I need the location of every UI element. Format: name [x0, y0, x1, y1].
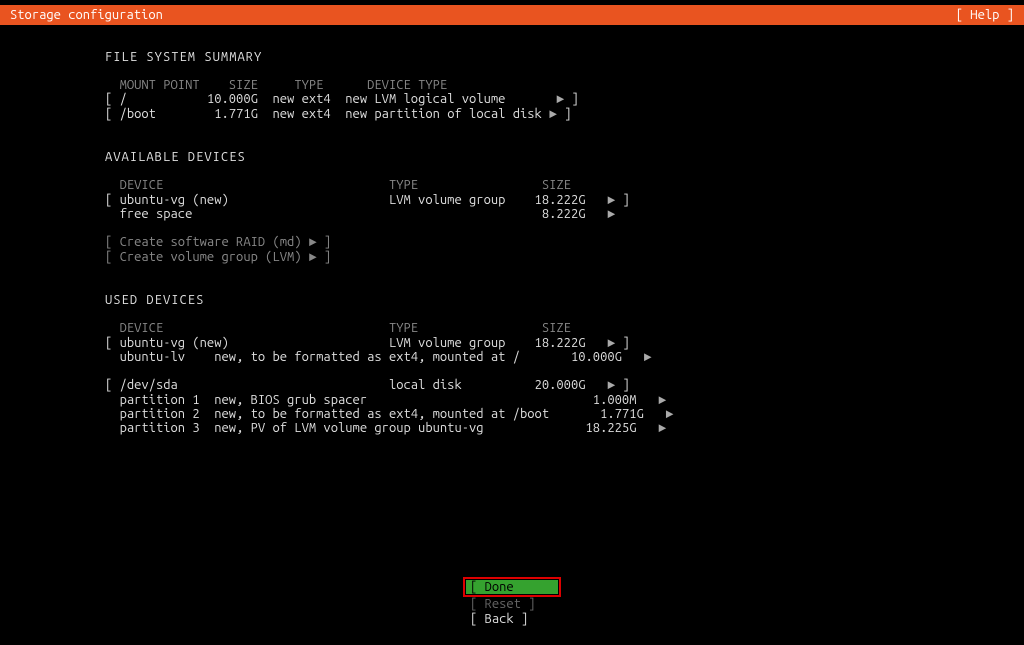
chevron-right-icon[interactable]: ►: [607, 378, 615, 392]
used-child-name[interactable]: partition 3: [120, 421, 200, 435]
chevron-right-icon[interactable]: ►: [607, 336, 615, 350]
title-bar: Storage configuration [ Help ]: [0, 5, 1024, 25]
used-group-device[interactable]: /dev/sda: [120, 378, 178, 392]
used-group-type: local disk: [389, 378, 462, 392]
fs-row-mount[interactable]: /: [120, 92, 127, 106]
fs-row-type: new ext4: [272, 107, 330, 121]
used-child-name[interactable]: partition 2: [120, 407, 200, 421]
fs-row-size: 1.771G: [214, 107, 258, 121]
used-heading: USED DEVICES: [105, 293, 204, 307]
avail-type: LVM volume group: [389, 193, 505, 207]
used-child-name[interactable]: ubuntu-lv: [120, 350, 186, 364]
fs-summary-heading: FILE SYSTEM SUMMARY: [105, 50, 262, 64]
col-device: DEVICE: [120, 321, 164, 335]
help-button[interactable]: [ Help ]: [956, 8, 1014, 22]
col-type: TYPE: [389, 178, 418, 192]
fs-row-mount[interactable]: /boot: [120, 107, 156, 121]
used-child-desc: new, to be formatted as ext4, mounted at…: [214, 350, 520, 364]
footer-actions: [ Done [ Reset ] [ Back ]: [0, 577, 1024, 626]
avail-size: 8.222G: [542, 207, 586, 221]
create-raid-action[interactable]: Create software RAID (md) ►: [120, 235, 317, 249]
avail-size: 18.222G: [535, 193, 586, 207]
used-group-type: LVM volume group: [389, 336, 505, 350]
used-child-desc: new, BIOS grub spacer: [214, 393, 367, 407]
chevron-right-icon[interactable]: ►: [644, 350, 652, 364]
back-button[interactable]: [ Back ]: [466, 612, 558, 626]
col-size: SIZE: [542, 178, 571, 192]
chevron-right-icon[interactable]: ►: [666, 407, 674, 421]
chevron-right-icon[interactable]: ►: [549, 107, 557, 121]
col-type: TYPE: [389, 321, 418, 335]
avail-device[interactable]: ubuntu-vg (new): [120, 193, 229, 207]
used-child-size: 10.000G: [571, 350, 622, 364]
create-lvm-action[interactable]: Create volume group (LVM) ►: [120, 250, 317, 264]
used-group-size: 18.222G: [535, 336, 586, 350]
fs-row-dtype: new LVM logical volume: [345, 92, 505, 106]
col-size: SIZE: [542, 321, 571, 335]
col-size: SIZE: [229, 78, 258, 92]
used-child-size: 1.771G: [600, 407, 644, 421]
used-child-desc: new, to be formatted as ext4, mounted at…: [214, 407, 549, 421]
main-panel: FILE SYSTEM SUMMARY MOUNT POINT SIZE TYP…: [0, 35, 1024, 435]
chevron-right-icon[interactable]: ►: [658, 393, 666, 407]
used-child-size: 1.000M: [593, 393, 637, 407]
fs-row-size: 10.000G: [207, 92, 258, 106]
fs-row-type: new ext4: [272, 92, 330, 106]
done-highlight-box: [ Done: [463, 577, 561, 597]
col-device-type: DEVICE TYPE: [367, 78, 447, 92]
avail-heading: AVAILABLE DEVICES: [105, 150, 246, 164]
used-group-size: 20.000G: [535, 378, 586, 392]
chevron-right-icon[interactable]: ►: [556, 92, 564, 106]
used-child-size: 18.225G: [586, 421, 637, 435]
col-device: DEVICE: [120, 178, 164, 192]
reset-button[interactable]: [ Reset ]: [466, 597, 558, 611]
chevron-right-icon[interactable]: ►: [658, 421, 666, 435]
col-mount: MOUNT POINT: [120, 78, 200, 92]
chevron-right-icon[interactable]: ►: [607, 193, 615, 207]
col-type: TYPE: [294, 78, 323, 92]
used-child-name[interactable]: partition 1: [120, 393, 200, 407]
used-child-desc: new, PV of LVM volume group ubuntu-vg: [214, 421, 483, 435]
avail-device[interactable]: free space: [120, 207, 193, 221]
page-title: Storage configuration: [10, 8, 163, 22]
done-button[interactable]: [ Done: [466, 580, 558, 594]
used-group-device[interactable]: ubuntu-vg (new): [120, 336, 229, 350]
fs-row-dtype: new partition of local disk: [345, 107, 542, 121]
chevron-right-icon[interactable]: ►: [607, 207, 615, 221]
